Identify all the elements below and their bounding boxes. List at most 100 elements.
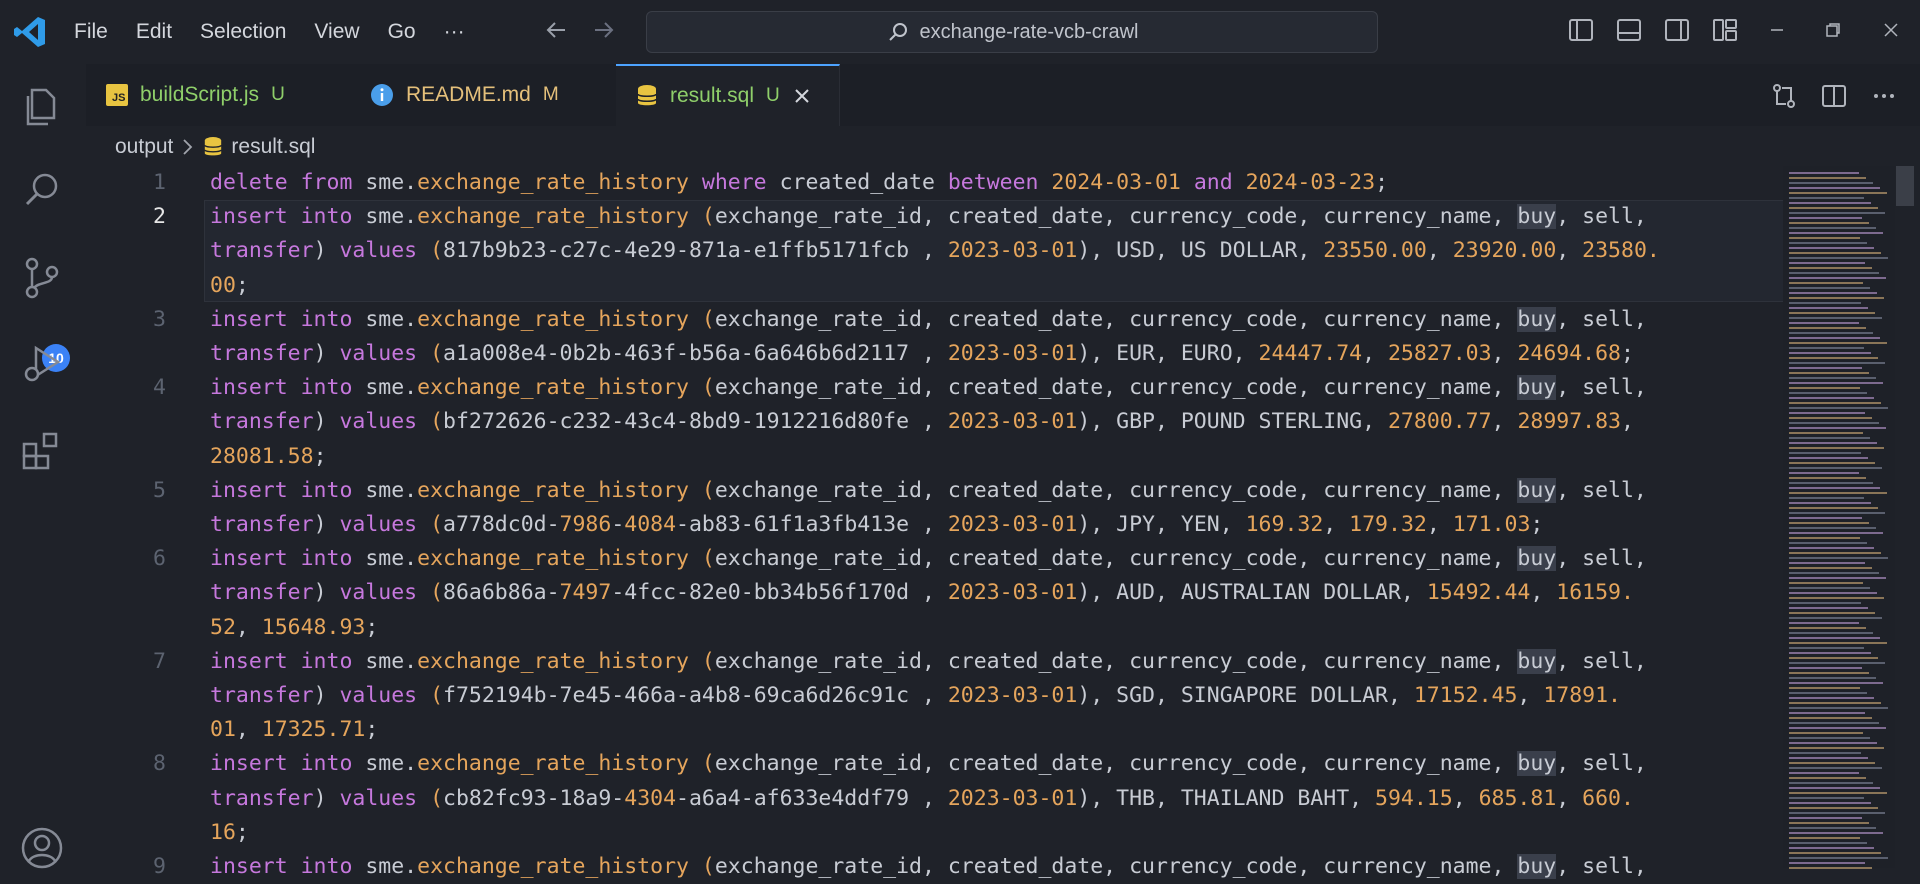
minimap-line [1789,732,1863,734]
minimap-line [1789,742,1877,744]
minimap-line [1789,317,1882,319]
account-icon[interactable] [18,824,66,872]
minimap-line [1789,182,1873,184]
minimap-line [1789,632,1873,634]
code-line[interactable]: transfer) values (f752194b-7e45-466a-a4b… [210,679,1621,713]
tab-buildscript[interactable]: JS buildScript.js U [86,64,371,126]
breadcrumb-folder[interactable]: output [115,135,173,159]
search-label: exchange-rate-vcb-crawl [919,20,1139,43]
code-line[interactable]: transfer) values (a778dc0d-7986-4084-ab8… [210,508,1543,542]
code-line[interactable]: insert into sme.exchange_rate_history (e… [210,542,1647,576]
tab-readme[interactable]: README.md M [350,64,637,126]
line-number: 4 [153,375,166,401]
line-number [86,782,166,816]
code-line[interactable]: 28081.58; [210,440,327,474]
code-line[interactable]: 01, 17325.71; [210,713,378,747]
minimap-line [1789,547,1874,549]
minimap-line [1789,857,1888,859]
minimap-line [1789,562,1865,564]
minimap-line [1789,362,1885,364]
code-line[interactable]: insert into sme.exchange_rate_history (e… [210,200,1647,234]
minimap-line [1789,602,1861,604]
minimap-line [1789,352,1871,354]
minimap-line [1789,477,1866,479]
code-line[interactable]: 16; [210,816,249,850]
source-control-icon[interactable] [18,254,66,302]
more-actions-icon[interactable] [1870,82,1898,110]
minimap-line [1789,267,1872,269]
back-arrow-icon[interactable] [543,16,571,44]
menu-edit[interactable]: Edit [122,20,186,44]
code-line[interactable]: insert into sme.exchange_rate_history (e… [210,850,1647,884]
code-line[interactable]: insert into sme.exchange_rate_history (e… [210,645,1647,679]
code-line[interactable]: insert into sme.exchange_rate_history (e… [210,747,1647,781]
minimap-line [1789,447,1884,449]
close-tab-icon[interactable] [792,86,812,106]
explorer-icon[interactable] [18,82,66,130]
minimap-line [1789,457,1868,459]
code-line[interactable]: 52, 15648.93; [210,611,378,645]
minimap-line [1789,217,1862,219]
minimap-line [1789,757,1868,759]
minimap-line [1789,497,1864,499]
line-number [86,440,166,474]
code-line[interactable]: insert into sme.exchange_rate_history (e… [210,371,1647,405]
minimap-line [1789,837,1860,839]
line-number [86,234,166,268]
breadcrumb-file[interactable]: result.sql [231,135,315,159]
menu-file[interactable]: File [60,20,122,44]
code-line[interactable]: 00; [210,269,249,303]
code-editor[interactable]: 1 2 3 4 5 6 7 8 9 delete from sme.exchange_rate_… [86,166,1862,879]
minimap-line [1789,642,1887,644]
minimap-line [1789,832,1883,834]
code-line[interactable]: insert into sme.exchange_rate_history (e… [210,474,1647,508]
customize-layout-icon[interactable] [1712,17,1738,43]
run-debug-icon[interactable] [18,340,66,388]
chevron-right-icon [183,139,193,155]
command-center-search[interactable]: exchange-rate-vcb-crawl [646,11,1378,53]
minimap-line [1789,262,1865,264]
minimap-line [1789,767,1882,769]
minimap-line [1789,517,1862,519]
menu-selection[interactable]: Selection [186,20,300,44]
toggle-primary-sidebar-icon[interactable] [1568,17,1594,43]
code-line[interactable]: transfer) values (817b9b23-c27c-4e29-871… [210,234,1660,268]
database-icon [204,137,223,156]
minimap-line [1789,647,1864,649]
minimap-line [1789,687,1860,689]
database-icon [637,85,657,106]
menu-more[interactable]: ··· [430,20,479,44]
open-changes-icon[interactable] [1770,82,1798,110]
minimap[interactable] [1783,166,1895,869]
split-editor-icon[interactable] [1820,82,1848,110]
vscode-logo-icon [14,17,45,47]
minimap-line [1789,842,1867,844]
minimap-line [1789,427,1886,429]
minimap-line [1789,207,1878,209]
code-line[interactable]: insert into sme.exchange_rate_history (e… [210,303,1647,337]
menu-view[interactable]: View [300,20,373,44]
code-line[interactable]: delete from sme.exchange_rate_history wh… [210,166,1388,200]
code-line[interactable]: transfer) values (bf272626-c232-43c4-8bd… [210,405,1634,439]
minimap-line [1789,467,1882,469]
minimap-line [1789,572,1879,574]
tab-result-sql[interactable]: result.sql U [616,64,840,126]
vertical-scrollbar[interactable] [1896,166,1914,206]
minimap-line [1789,607,1868,609]
line-number: 6 [153,546,166,572]
line-number [86,611,166,645]
minimize-icon[interactable] [1764,17,1790,43]
code-line[interactable]: transfer) values (cb82fc93-18a9-4304-a6a… [210,782,1634,816]
code-line[interactable]: transfer) values (a1a008e4-0b2b-463f-b56… [210,337,1634,371]
toggle-secondary-sidebar-icon[interactable] [1664,17,1690,43]
minimap-line [1789,782,1873,784]
minimap-line [1789,762,1875,764]
search-icon[interactable] [18,166,66,214]
restore-icon[interactable] [1820,17,1846,43]
menu-go[interactable]: Go [374,20,430,44]
extensions-icon[interactable] [18,426,66,474]
code-line[interactable]: transfer) values (86a6b86a-7497-4fcc-82e… [210,576,1634,610]
close-window-icon[interactable] [1878,17,1904,43]
forward-arrow-icon[interactable] [589,16,617,44]
toggle-panel-icon[interactable] [1616,17,1642,43]
